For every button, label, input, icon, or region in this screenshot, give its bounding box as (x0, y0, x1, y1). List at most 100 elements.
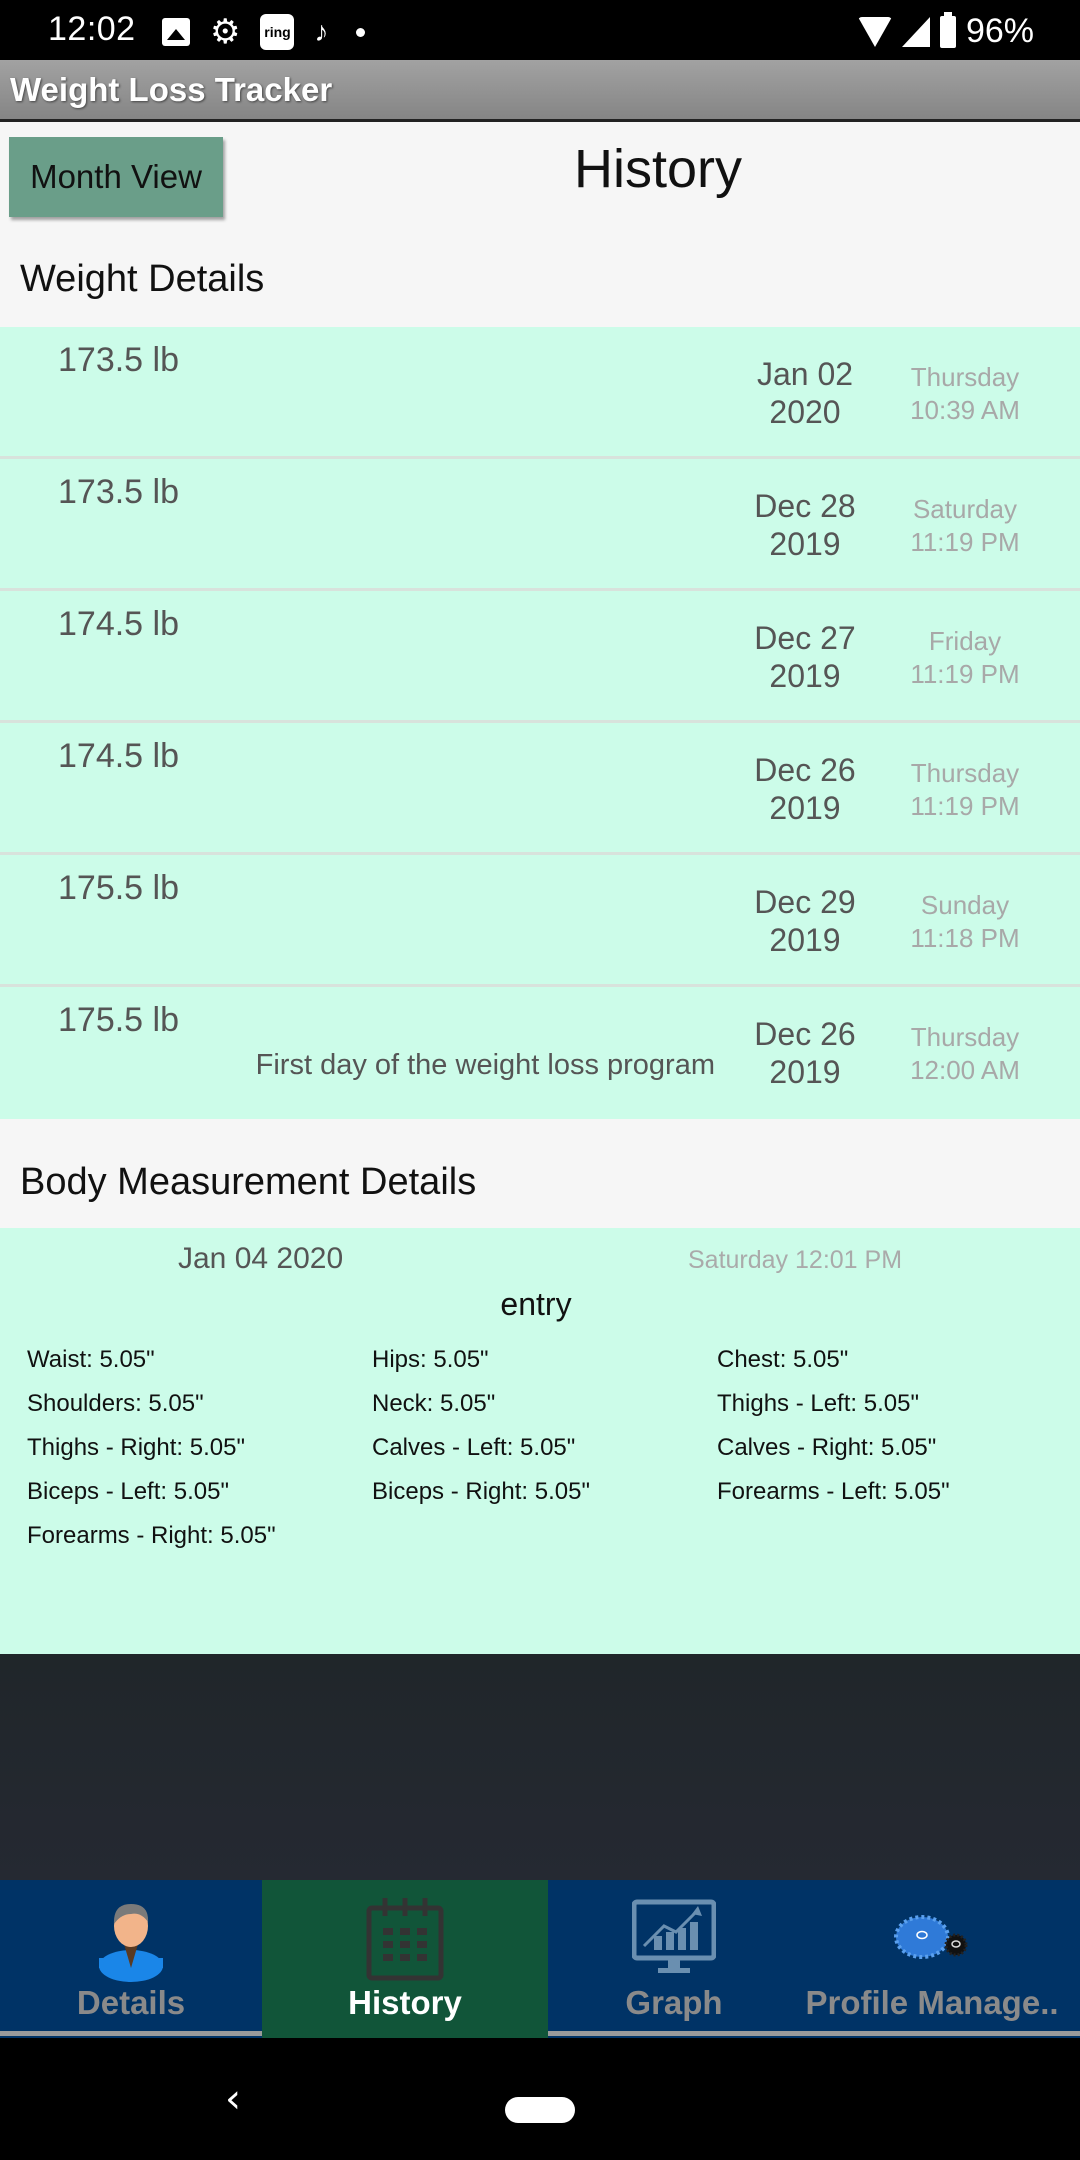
history-content: Month View History Weight Details 173.5 … (0, 122, 1080, 1654)
battery-icon (939, 11, 956, 48)
weight-details-heading: Weight Details (20, 258, 265, 300)
measurement-forearms-right: Forearms - Right: 5.05" (27, 1522, 276, 1549)
measurement-calves-left: Calves - Left: 5.05" (372, 1434, 576, 1461)
wifi-icon (857, 16, 892, 47)
weight-entry-row[interactable]: 174.5 lb Dec 26 2019 Thursday 11:19 PM (0, 723, 1080, 855)
photo-icon (162, 18, 190, 46)
weight-time: Thursday 10:39 AM (880, 361, 1050, 427)
gears-icon (890, 1894, 974, 1984)
weight-list: 173.5 lb Jan 02 2020 Thursday 10:39 AM 173… (0, 327, 1080, 1119)
tab-history[interactable]: History (262, 1880, 548, 2038)
weight-date-year: 2019 (769, 922, 841, 958)
ring-app-icon: ring (260, 14, 295, 50)
body-measurement-card[interactable]: Jan 04 2020 Saturday 12:01 PM entry Wais… (0, 1228, 1080, 1654)
body-measurement-heading: Body Measurement Details (20, 1161, 477, 1203)
weight-date-year: 2019 (769, 790, 841, 826)
measurement-biceps-right: Biceps - Right: 5.05" (372, 1478, 590, 1505)
settings-gear-icon: ⚙ (210, 13, 241, 51)
measurement-grid: Waist: 5.05" Hips: 5.05" Chest: 5.05" Sh… (27, 1346, 1062, 1550)
weight-clock: 12:00 AM (910, 1055, 1020, 1085)
weight-date-day: Dec 26 (754, 752, 856, 788)
weight-entry-row[interactable]: 173.5 lb Dec 28 2019 Saturday 11:19 PM (0, 459, 1080, 591)
weight-time: Saturday 11:19 PM (880, 493, 1050, 559)
weight-date: Dec 29 2019 (738, 883, 872, 959)
system-nav-bar: ‹ (0, 2040, 1080, 2160)
back-icon[interactable]: ‹ (225, 2076, 241, 2122)
weight-date-day: Dec 26 (754, 1016, 856, 1052)
month-view-button[interactable]: Month View (9, 137, 223, 217)
weight-clock: 11:19 PM (910, 527, 1020, 557)
measurement-thighs-right: Thighs - Right: 5.05" (27, 1434, 245, 1461)
system-status-icons: 96% (857, 11, 1034, 51)
weight-date: Dec 27 2019 (738, 619, 872, 695)
weight-date: Dec 26 2019 (738, 751, 872, 827)
status-bar: 12:02 ⚙ ring ♪ 96% (0, 0, 1080, 60)
notification-dot-icon (356, 27, 366, 37)
weight-entry-row[interactable]: 175.5 lb Dec 29 2019 Sunday 11:18 PM (0, 855, 1080, 987)
empty-area (0, 1654, 1080, 1880)
weight-date-day: Dec 29 (754, 884, 856, 920)
weight-date-year: 2019 (769, 658, 841, 694)
weight-date-year: 2019 (769, 526, 841, 562)
measurement-chest: Chest: 5.05" (717, 1346, 849, 1373)
weight-weekday: Thursday (910, 758, 1020, 788)
home-pill-icon[interactable] (505, 2097, 575, 2123)
tab-profile-manager[interactable]: Profile Manage.. (800, 1880, 1064, 2038)
tab-label: Graph (625, 1984, 723, 2021)
measurement-hips: Hips: 5.05" (372, 1346, 489, 1373)
weight-weekday: Friday (928, 626, 1002, 656)
weight-date-day: Dec 27 (754, 620, 856, 656)
weight-date: Dec 28 2019 (738, 487, 872, 563)
weight-time: Thursday 12:00 AM (880, 1021, 1050, 1087)
weight-value: 173.5 lb (58, 473, 179, 511)
weight-clock: 11:18 PM (910, 923, 1020, 953)
measurement-note: entry (500, 1286, 572, 1322)
measurement-calves-right: Calves - Right: 5.05" (717, 1434, 937, 1461)
tab-label: Profile Manage.. (805, 1984, 1059, 2021)
measurement-forearms-left: Forearms - Left: 5.05" (717, 1478, 950, 1505)
weight-entry-row[interactable]: 175.5 lb First day of the weight loss pr… (0, 987, 1080, 1119)
person-icon (91, 1894, 171, 1984)
weight-entry-row[interactable]: 173.5 lb Jan 02 2020 Thursday 10:39 AM (0, 327, 1080, 459)
weight-value: 174.5 lb (58, 605, 179, 643)
app-bar: Weight Loss Tracker (0, 60, 1080, 122)
page-title: History (573, 139, 742, 199)
measurement-shoulders: Shoulders: 5.05" (27, 1390, 204, 1417)
tab-label: Details (76, 1984, 186, 2021)
app-title: Weight Loss Tracker (10, 71, 333, 108)
weight-time: Friday 11:19 PM (880, 625, 1050, 691)
weight-clock: 11:19 PM (910, 659, 1020, 689)
notification-icons: ⚙ ring ♪ (162, 13, 366, 51)
weight-time: Thursday 11:19 PM (880, 757, 1050, 823)
measurement-date: Jan 04 2020 (178, 1242, 344, 1275)
weight-date-year: 2020 (769, 394, 841, 430)
weight-date: Jan 02 2020 (738, 355, 872, 431)
measurement-time: Saturday 12:01 PM (688, 1246, 903, 1274)
weight-note: First day of the weight loss program (255, 1049, 715, 1081)
chart-monitor-icon (632, 1894, 716, 1984)
weight-value: 174.5 lb (58, 737, 179, 775)
weight-weekday: Sunday (920, 890, 1010, 920)
measurement-biceps-left: Biceps - Left: 5.05" (27, 1478, 229, 1505)
calendar-icon (363, 1894, 447, 1984)
weight-date-day: Jan 02 (756, 356, 854, 392)
battery-percent: 96% (965, 12, 1034, 50)
weight-time: Sunday 11:18 PM (880, 889, 1050, 955)
weight-value: 175.5 lb (58, 1001, 179, 1039)
tab-label: History (348, 1984, 462, 2021)
measurement-thighs-left: Thighs - Left: 5.05" (717, 1390, 919, 1417)
bottom-nav: Details History Graph Profile Manage.. (0, 1880, 1080, 2038)
tab-graph[interactable]: Graph (548, 1880, 800, 2038)
tab-details[interactable]: Details (0, 1880, 262, 2038)
weight-value: 173.5 lb (58, 341, 179, 379)
weight-date-year: 2019 (769, 1054, 841, 1090)
weight-date: Dec 26 2019 (738, 1015, 872, 1091)
cell-signal-icon (901, 16, 930, 47)
weight-clock: 11:19 PM (910, 791, 1020, 821)
measurement-waist: Waist: 5.05" (27, 1346, 155, 1373)
weight-entry-row[interactable]: 174.5 lb Dec 27 2019 Friday 11:19 PM (0, 591, 1080, 723)
weight-weekday: Saturday (912, 494, 1018, 524)
weight-weekday: Thursday (910, 362, 1020, 392)
tiktok-icon: ♪ (314, 16, 329, 47)
status-time: 12:02 (48, 10, 136, 48)
